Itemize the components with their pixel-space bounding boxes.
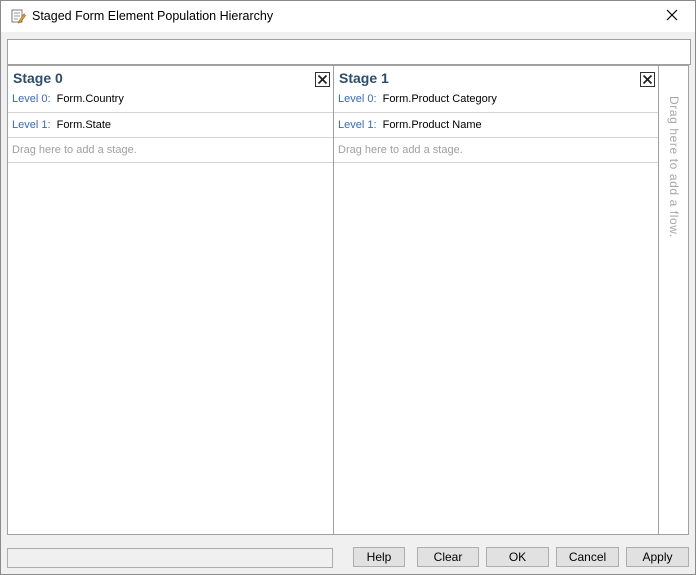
level-row-container: Level 1: Form.Product Name [334,113,658,138]
level-row[interactable]: Level 1: Form.Product Name [338,119,482,131]
title-bar: Staged Form Element Population Hierarchy [1,1,695,32]
drag-hint: Drag here to add a stage. [338,144,463,156]
level-value: Form.State [56,119,111,131]
stage-panel-1[interactable]: Stage 1 Level 0: Form.Product Category L… [334,66,659,534]
help-button[interactable]: Help [353,547,405,567]
stage-header: Stage 1 Level 0: Form.Product Category [334,66,658,113]
level-label: Level 0: [12,93,51,105]
stage-close-icon[interactable] [315,72,330,87]
level-label: Level 1: [12,119,51,131]
level-value: Form.Product Category [382,93,497,105]
level-row-container: Level 1: Form.State [8,113,333,138]
level-label: Level 0: [338,93,377,105]
flow-drop-zone[interactable]: Drag here to add a flow. [659,66,688,534]
level-label: Level 1: [338,119,377,131]
stage-drop-zone[interactable]: Drag here to add a stage. [8,138,333,163]
stage-drop-zone[interactable]: Drag here to add a stage. [334,138,658,163]
drag-hint: Drag here to add a stage. [12,144,137,156]
level-row[interactable]: Level 0: Form.Country [12,93,124,105]
stage-header: Stage 0 Level 0: Form.Country [8,66,333,113]
level-row[interactable]: Level 0: Form.Product Category [338,93,497,105]
cancel-button[interactable]: Cancel [556,547,619,567]
level-value: Form.Product Name [382,119,482,131]
toolbar-strip [7,39,691,65]
stage-title: Stage 0 [13,70,63,86]
level-row[interactable]: Level 1: Form.State [12,119,111,131]
status-field [7,548,333,568]
form-edit-icon [10,8,26,24]
window-title: Staged Form Element Population Hierarchy [32,9,274,23]
stage-panel-0[interactable]: Stage 0 Level 0: Form.Country Level 1: F [8,66,334,534]
flow-drag-hint: Drag here to add a flow. [667,96,681,238]
stage-title: Stage 1 [339,70,389,86]
dialog-window: Staged Form Element Population Hierarchy… [0,0,696,575]
close-button[interactable] [649,1,695,32]
stage-close-icon[interactable] [640,72,655,87]
apply-button[interactable]: Apply [626,547,689,567]
close-icon [666,9,678,24]
ok-button[interactable]: OK [486,547,549,567]
clear-button[interactable]: Clear [417,547,479,567]
level-value: Form.Country [56,93,124,105]
hierarchy-canvas: Stage 0 Level 0: Form.Country Level 1: F [7,65,689,535]
